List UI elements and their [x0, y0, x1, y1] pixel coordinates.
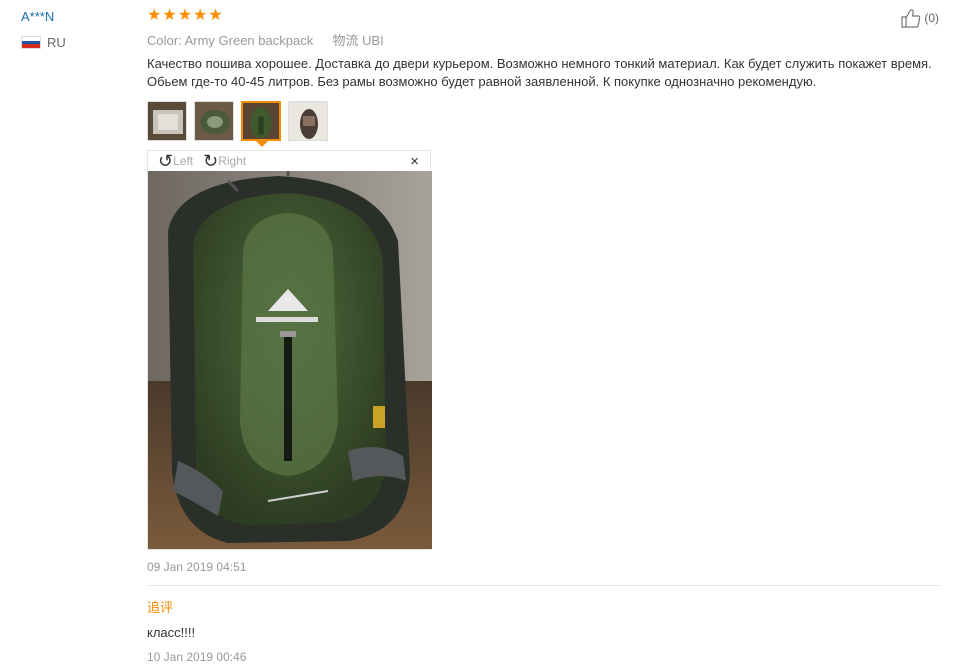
- review-body: ★ ★ ★ ★ ★ (0) Color: Army Green backpack…: [147, 0, 942, 671]
- followup-text: класс!!!!: [147, 625, 196, 640]
- photo-thumbnails: [147, 101, 328, 141]
- reviewer-name[interactable]: A***N: [21, 9, 54, 24]
- shipping-value: UBI: [362, 33, 384, 48]
- star-icon: ★: [177, 7, 193, 24]
- photo-thumbnail[interactable]: [147, 101, 187, 141]
- photo-viewer: ↺ Left ↻ Right ×: [147, 150, 432, 550]
- likes-count: (0): [924, 11, 939, 25]
- viewer-toolbar: ↺ Left ↻ Right ×: [148, 151, 430, 171]
- rotate-right-label: Right: [218, 154, 247, 168]
- thumbnail-image: [195, 102, 233, 140]
- thumbs-up-icon: [901, 9, 921, 28]
- russia-flag-icon: [21, 36, 41, 49]
- star-icon: ★: [193, 7, 208, 24]
- reviewer-country: RU: [21, 35, 66, 50]
- divider: [147, 585, 940, 586]
- photo-thumbnail[interactable]: [194, 101, 234, 141]
- followup-date: 10 Jan 2019 00:46: [147, 650, 247, 664]
- country-code: RU: [47, 35, 66, 50]
- review-date: 09 Jan 2019 04:51: [147, 560, 247, 574]
- thumbnail-image: [148, 102, 186, 140]
- review-text: Качество пошива хорошее. Доставка до две…: [147, 56, 932, 89]
- close-icon[interactable]: ×: [410, 154, 419, 170]
- followup-title: 追评: [147, 600, 174, 615]
- photo-thumbnail[interactable]: [288, 101, 328, 141]
- color-label: Color:: [147, 33, 182, 48]
- rating-stars: ★ ★ ★ ★ ★: [147, 7, 223, 25]
- helpful-button[interactable]: (0): [900, 8, 939, 28]
- rotate-right-button[interactable]: ↻ Right: [203, 152, 246, 170]
- rotate-left-label: Left: [173, 154, 194, 168]
- star-icon: ★: [162, 7, 177, 24]
- thumbnail-image: [243, 103, 279, 139]
- star-icon: ★: [208, 7, 223, 24]
- active-thumbnail-pointer: [256, 141, 268, 147]
- star-icon: ★: [147, 7, 162, 24]
- shipping-label: 物流: [332, 33, 359, 48]
- sku-attributes: Color: Army Green backpack 物流 UBI: [147, 30, 384, 49]
- photo-thumbnail-active[interactable]: [241, 101, 281, 141]
- thumbnail-image: [289, 102, 327, 140]
- rotate-left-icon: ↺: [158, 151, 174, 171]
- color-value: Army Green backpack: [184, 33, 314, 48]
- reviewer-column: A***N RU: [0, 0, 140, 671]
- rotate-left-button[interactable]: ↺ Left: [158, 152, 193, 170]
- rotate-right-icon: ↻: [203, 151, 219, 171]
- backpack-photo: [148, 171, 432, 549]
